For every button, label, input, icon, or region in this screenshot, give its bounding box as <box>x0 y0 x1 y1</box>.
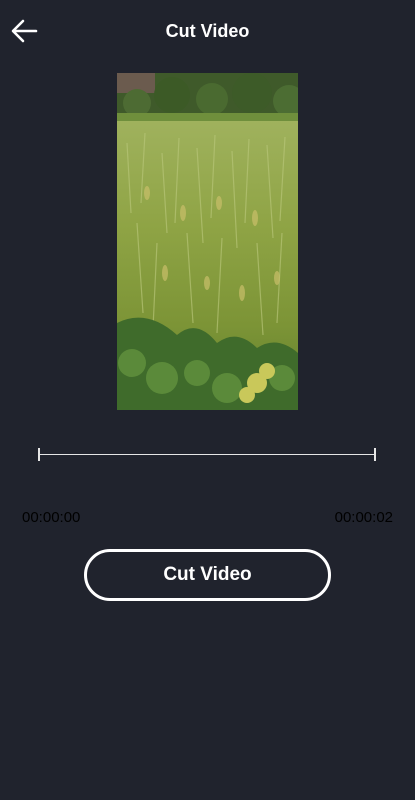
video-thumbnail <box>117 73 298 410</box>
video-preview[interactable] <box>117 73 298 410</box>
trim-track <box>38 454 376 455</box>
start-time-label: 00:00:00 <box>22 509 81 526</box>
end-time-label: 00:00:02 <box>334 509 393 526</box>
cut-video-button[interactable]: Cut Video <box>84 549 331 601</box>
cut-video-screen: Cut Video 00:00:00 00:00:02 Cut Video <box>0 0 415 800</box>
trim-end-handle[interactable] <box>374 448 376 461</box>
page-title: Cut Video <box>165 21 250 41</box>
trim-start-handle[interactable] <box>38 448 40 461</box>
trim-range-slider[interactable] <box>38 447 376 463</box>
